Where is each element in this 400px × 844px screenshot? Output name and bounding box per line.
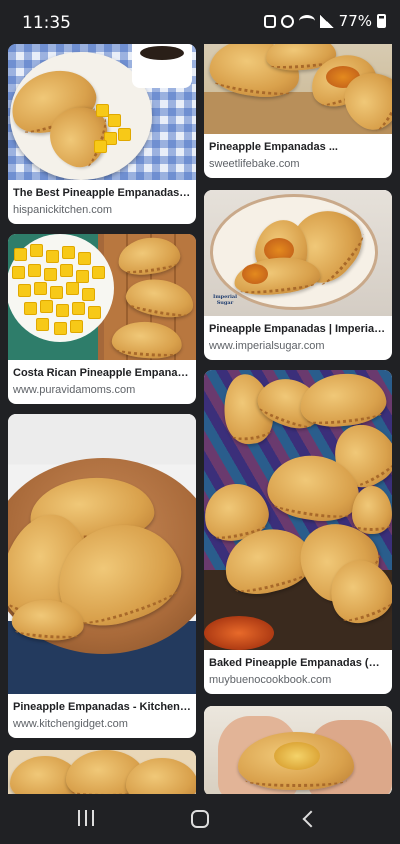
status-bar: 11:35 77% — [0, 0, 400, 44]
battery-percent: 77% — [338, 12, 372, 30]
signal-icon — [319, 14, 334, 28]
recents-button[interactable] — [72, 806, 102, 832]
result-card[interactable]: Imperial Sugar Pineapple Empanadas | Imp… — [204, 190, 392, 360]
result-source[interactable]: hispanickitchen.com — [13, 204, 191, 216]
system-navigation-bar — [0, 794, 400, 844]
result-thumbnail[interactable] — [8, 44, 196, 180]
result-card[interactable] — [204, 706, 392, 794]
recents-icon — [78, 810, 80, 826]
home-icon — [191, 810, 209, 828]
result-title[interactable]: Costa Rican Pineapple Empanadas... — [13, 367, 191, 379]
battery-icon — [377, 14, 386, 28]
status-icons: 77% — [263, 12, 386, 30]
result-card[interactable]: Pineapple Empanadas - Kitchen Gi... www.… — [8, 414, 196, 738]
result-source[interactable]: muybuenocookbook.com — [209, 674, 387, 686]
result-thumbnail[interactable] — [8, 750, 196, 794]
result-title[interactable]: Baked Pineapple Empanadas (Mex... — [209, 657, 387, 669]
result-source[interactable]: sweetlifebake.com — [209, 158, 387, 170]
back-icon — [302, 810, 320, 828]
result-card[interactable] — [8, 750, 196, 794]
result-thumbnail[interactable] — [8, 414, 196, 694]
imperial-sugar-logo: Imperial Sugar — [213, 294, 237, 306]
result-title[interactable]: Pineapple Empanadas | Imperial S... — [209, 323, 387, 335]
status-time: 11:35 — [22, 13, 71, 33]
result-card[interactable]: Baked Pineapple Empanadas (Mex... muybue… — [204, 370, 392, 694]
result-thumbnail[interactable] — [204, 706, 392, 794]
result-card[interactable]: Pineapple Empanadas ... sweetlifebake.co… — [204, 44, 392, 178]
result-card[interactable]: The Best Pineapple Empanadas Re... hispa… — [8, 44, 196, 224]
home-button[interactable] — [185, 806, 215, 832]
back-button[interactable] — [296, 806, 326, 832]
result-thumbnail[interactable]: Imperial Sugar — [204, 190, 392, 316]
notification-icon — [263, 14, 276, 28]
result-thumbnail[interactable] — [8, 234, 196, 360]
result-card[interactable]: Costa Rican Pineapple Empanadas... www.p… — [8, 234, 196, 404]
result-source[interactable]: www.kitchengidget.com — [13, 718, 191, 730]
result-title[interactable]: Pineapple Empanadas ... — [209, 141, 387, 153]
alarm-icon — [280, 14, 294, 28]
result-title[interactable]: Pineapple Empanadas - Kitchen Gi... — [13, 701, 191, 713]
result-source[interactable]: www.imperialsugar.com — [209, 340, 387, 352]
result-thumbnail[interactable] — [204, 44, 392, 134]
result-source[interactable]: www.puravidamoms.com — [13, 384, 191, 396]
wifi-icon — [298, 15, 315, 27]
image-results-grid[interactable]: The Best Pineapple Empanadas Re... hispa… — [0, 44, 400, 794]
result-thumbnail[interactable] — [204, 370, 392, 650]
result-title[interactable]: The Best Pineapple Empanadas Re... — [13, 187, 191, 199]
